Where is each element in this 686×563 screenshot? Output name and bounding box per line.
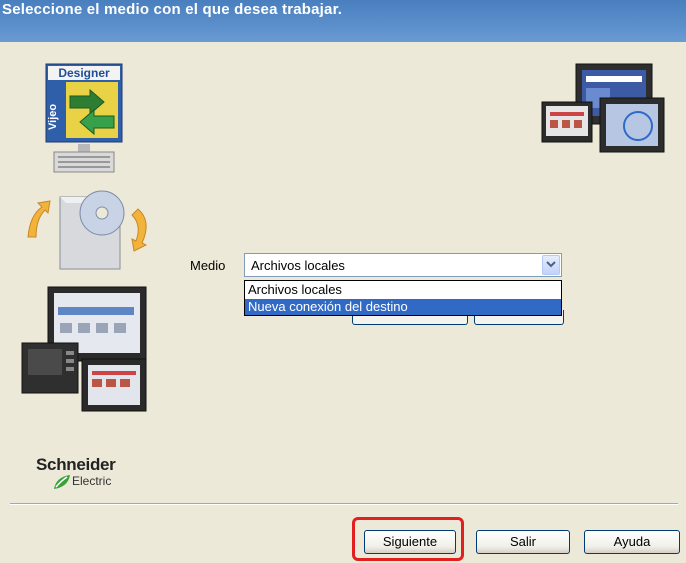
combo-current-value: Archivos locales	[251, 258, 345, 273]
cd-transfer-icon	[27, 190, 148, 270]
ayuda-button[interactable]: Ayuda	[584, 530, 680, 554]
leaf-icon	[54, 475, 70, 489]
salir-button[interactable]: Salir	[476, 530, 570, 554]
footer-divider	[10, 503, 678, 505]
hmi-terminals-right-image	[541, 63, 665, 153]
logo-company-sub: Electric	[72, 474, 112, 488]
hmi-terminals-left-image	[21, 286, 147, 412]
medio-dropdown-list[interactable]: Archivos locales Nueva conexión del dest…	[244, 280, 562, 316]
schneider-electric-logo: Schneider Electric	[36, 455, 146, 495]
medio-combobox[interactable]: Archivos locales	[244, 253, 562, 277]
vijeo-word: Vijeo	[47, 104, 59, 130]
option-nueva-conexion[interactable]: Nueva conexión del destino	[245, 299, 561, 315]
medio-label: Medio	[190, 258, 226, 273]
vijeo-designer-icon: Designer Vijeo	[45, 63, 123, 173]
header-title: Seleccione el medio con el que desea tra…	[2, 1, 343, 18]
designer-word: Designer	[58, 66, 110, 80]
siguiente-button[interactable]: Siguiente	[364, 530, 456, 554]
option-archivos-locales[interactable]: Archivos locales	[245, 282, 561, 298]
chevron-down-icon	[546, 261, 556, 268]
logo-company-word: Schneider	[36, 455, 116, 474]
combo-dropdown-button[interactable]	[542, 255, 560, 275]
dialog-header: Seleccione el medio con el que desea tra…	[0, 0, 686, 42]
